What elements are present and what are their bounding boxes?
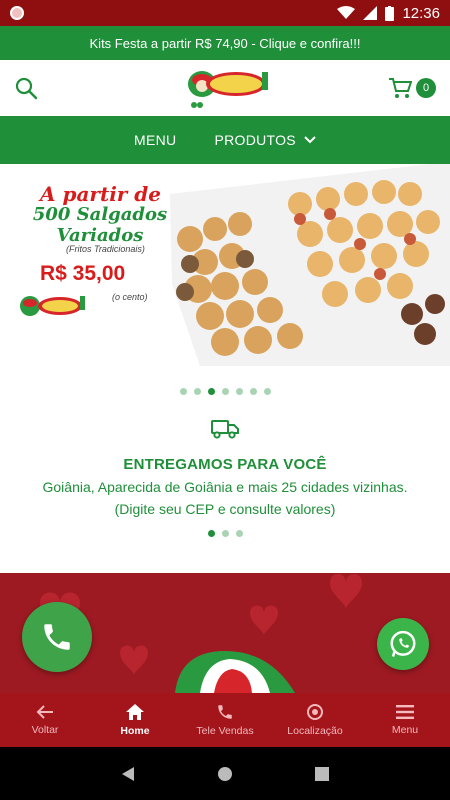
- banner-logo: [20, 296, 85, 316]
- tab-menu[interactable]: Menu: [360, 693, 450, 747]
- carousel-dot[interactable]: [249, 388, 257, 395]
- carousel-dots: [0, 388, 450, 395]
- location-icon: [307, 704, 323, 720]
- main-nav: MENU PRODUTOS: [0, 116, 450, 164]
- wifi-icon: [337, 6, 356, 19]
- whatsapp-button[interactable]: [377, 618, 429, 670]
- home-icon: [126, 704, 144, 720]
- carousel-dot[interactable]: [235, 388, 243, 395]
- delivery-line2: (Digite seu CEP e consulte valores): [114, 501, 336, 517]
- hamburger-icon: [396, 705, 414, 719]
- tab-voltar[interactable]: Voltar: [0, 693, 90, 747]
- promo-banner[interactable]: Kits Festa a partir R$ 74,90 - Clique e …: [0, 26, 450, 60]
- delivery-title: ENTREGAMOS PARA VOCÊ: [123, 456, 327, 473]
- battery-icon: [385, 5, 395, 21]
- tab-tele-vendas-label: Tele Vendas: [196, 725, 254, 737]
- status-time: 12:36: [402, 4, 440, 22]
- bottom-nav: Voltar Home Tele Vendas Localização Menu: [0, 693, 450, 747]
- banner-line2: 500 Salgados Variados: [32, 204, 168, 246]
- carousel-dot[interactable]: [263, 388, 271, 395]
- carousel-dot[interactable]: [221, 388, 229, 395]
- back-triangle-icon[interactable]: [121, 766, 135, 782]
- banner-unit: (o cento): [112, 292, 148, 302]
- status-bar: 12:36: [0, 0, 450, 26]
- phone-icon: [218, 705, 232, 719]
- whatsapp-icon: [390, 630, 416, 657]
- tab-localizacao[interactable]: Localização: [270, 693, 360, 747]
- nav-menu-label: MENU: [134, 132, 177, 148]
- carousel-dot[interactable]: [179, 388, 187, 395]
- cart-count-badge: 0: [416, 78, 436, 98]
- info-dot-active[interactable]: [207, 530, 215, 537]
- tab-tele-vendas[interactable]: Tele Vendas: [180, 693, 270, 747]
- logo[interactable]: [182, 66, 272, 110]
- delivery-line1: Goiânia, Aparecida de Goiânia e mais 25 …: [42, 479, 408, 495]
- tab-localizacao-label: Localização: [287, 725, 343, 737]
- truck-icon: [211, 420, 239, 439]
- header: 0: [0, 60, 450, 116]
- chevron-down-icon: [304, 136, 316, 144]
- info-carousel-dots: [0, 530, 450, 537]
- cart-button[interactable]: 0: [388, 77, 436, 99]
- signal-icon: [363, 6, 378, 20]
- nav-produtos[interactable]: PRODUTOS: [214, 132, 316, 148]
- arrow-left-icon: [36, 705, 53, 719]
- tab-home-label: Home: [120, 725, 150, 737]
- banner-price: R$ 35,00: [40, 262, 126, 285]
- call-button[interactable]: [22, 602, 92, 672]
- tab-menu-label: Menu: [391, 724, 419, 736]
- nav-produtos-label: PRODUTOS: [214, 132, 296, 148]
- carousel-dot[interactable]: [193, 388, 201, 395]
- cart-icon: [389, 78, 412, 98]
- info-dot[interactable]: [221, 530, 229, 537]
- banner-line1: A partir de: [40, 182, 162, 206]
- notification-icon: [10, 6, 24, 20]
- hero-banner[interactable]: A partir de 500 Salgados Variados (Frito…: [0, 164, 450, 366]
- delivery-info: ENTREGAMOS PARA VOCÊ Goiânia, Aparecida …: [0, 410, 450, 517]
- home-circle-icon[interactable]: [217, 766, 233, 782]
- system-nav-bar: [0, 747, 450, 800]
- banner-line3: (Fritos Tradicionais): [66, 244, 145, 254]
- recents-square-icon[interactable]: [315, 766, 329, 781]
- search-icon[interactable]: [14, 76, 38, 100]
- tab-voltar-label: Voltar: [31, 724, 59, 736]
- carousel-dot-active[interactable]: [207, 388, 215, 395]
- promo-text[interactable]: Kits Festa a partir R$ 74,90 - Clique e …: [90, 36, 361, 51]
- nav-menu[interactable]: MENU: [134, 132, 176, 148]
- info-dot[interactable]: [235, 530, 243, 537]
- tab-home[interactable]: Home: [90, 693, 180, 747]
- phone-icon: [44, 624, 70, 650]
